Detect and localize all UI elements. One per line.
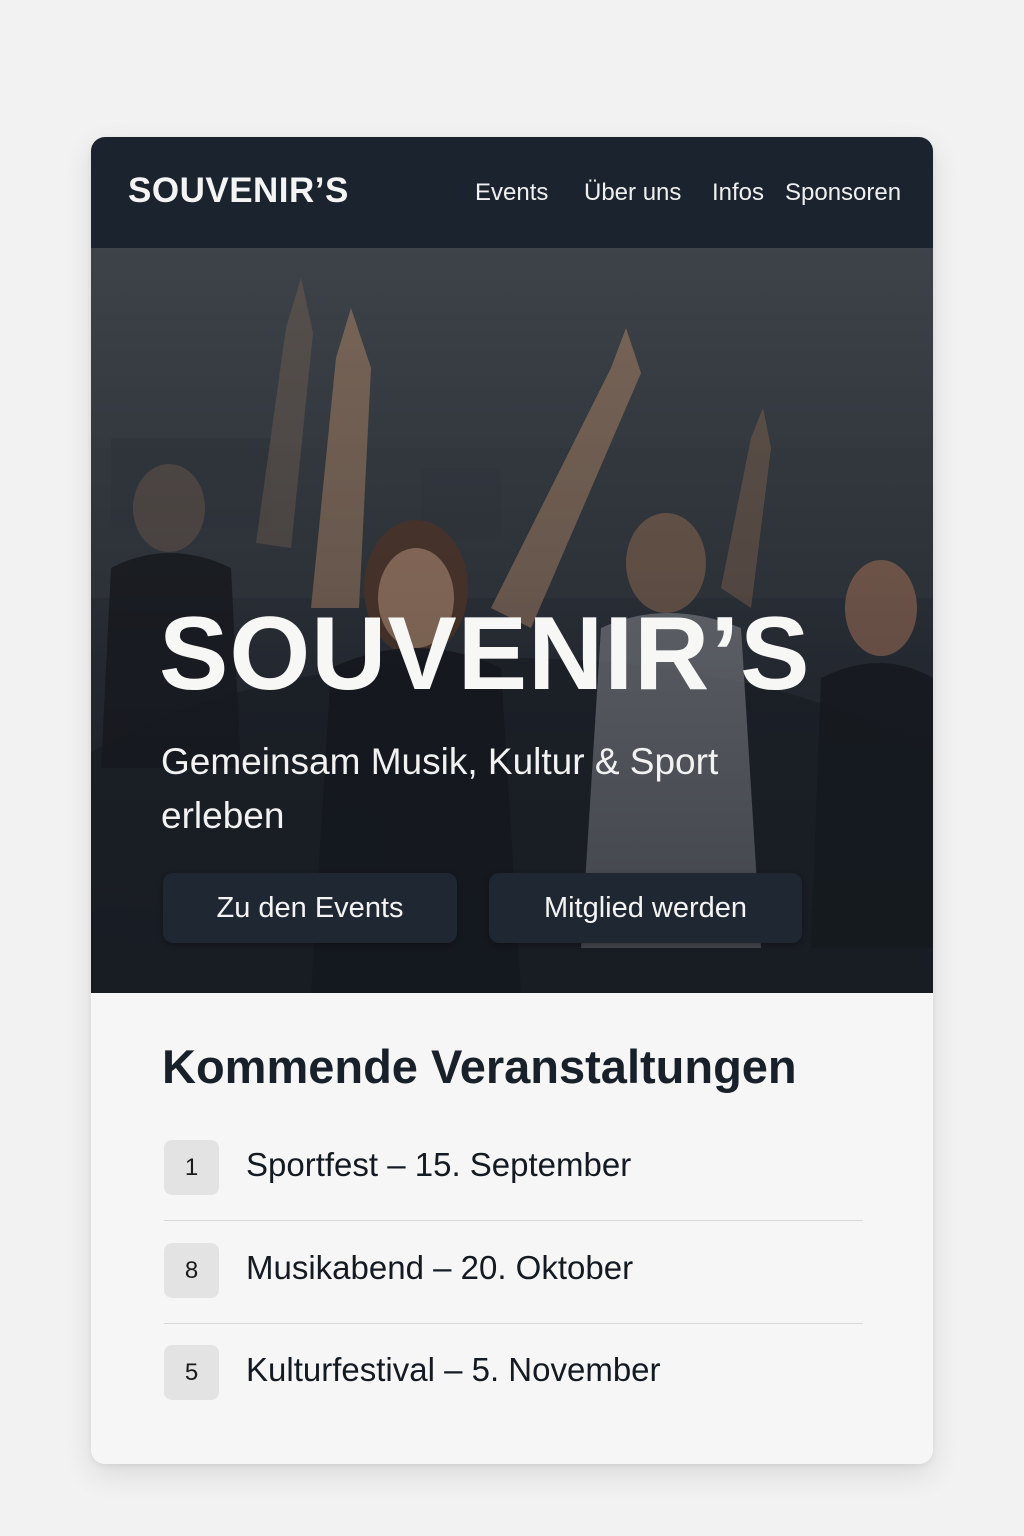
divider	[164, 1323, 863, 1324]
event-badge: 1	[164, 1140, 219, 1195]
hero-subtitle: Gemeinsam Musik, Kultur & Sport erleben	[161, 741, 719, 836]
event-item[interactable]: 8 Musikabend – 20. Oktober	[164, 1239, 863, 1342]
event-label: Kulturfestival – 5. November	[246, 1351, 661, 1388]
nav-link-sponsors[interactable]: Sponsoren	[785, 179, 901, 207]
section-heading: Kommende Veranstaltungen	[162, 1040, 797, 1093]
event-badge: 8	[164, 1243, 219, 1298]
hero-title: SOUVENIR’S	[159, 596, 811, 712]
divider	[164, 1220, 863, 1221]
nav-link-events[interactable]: Events	[475, 179, 548, 207]
page-card: SOUVENIR’S Events Über uns Infos Sponsor…	[91, 137, 933, 1464]
events-button[interactable]: Zu den Events	[163, 873, 457, 943]
event-item[interactable]: 1 Sportfest – 15. September	[164, 1136, 863, 1239]
event-badge: 5	[164, 1345, 219, 1400]
upcoming-events-section: Kommende Veranstaltungen 1 Sportfest – 1…	[91, 993, 933, 1464]
brand-logo[interactable]: SOUVENIR’S	[128, 171, 349, 211]
become-member-button[interactable]: Mitglied werden	[489, 873, 802, 943]
event-item[interactable]: 5 Kulturfestival – 5. November	[164, 1341, 863, 1444]
event-label: Sportfest – 15. September	[246, 1146, 632, 1183]
top-navbar: SOUVENIR’S Events Über uns Infos Sponsor…	[91, 137, 933, 248]
nav-link-about[interactable]: Über uns	[584, 179, 681, 207]
nav-link-infos[interactable]: Infos	[712, 179, 764, 207]
event-label: Musikabend – 20. Oktober	[246, 1249, 634, 1286]
